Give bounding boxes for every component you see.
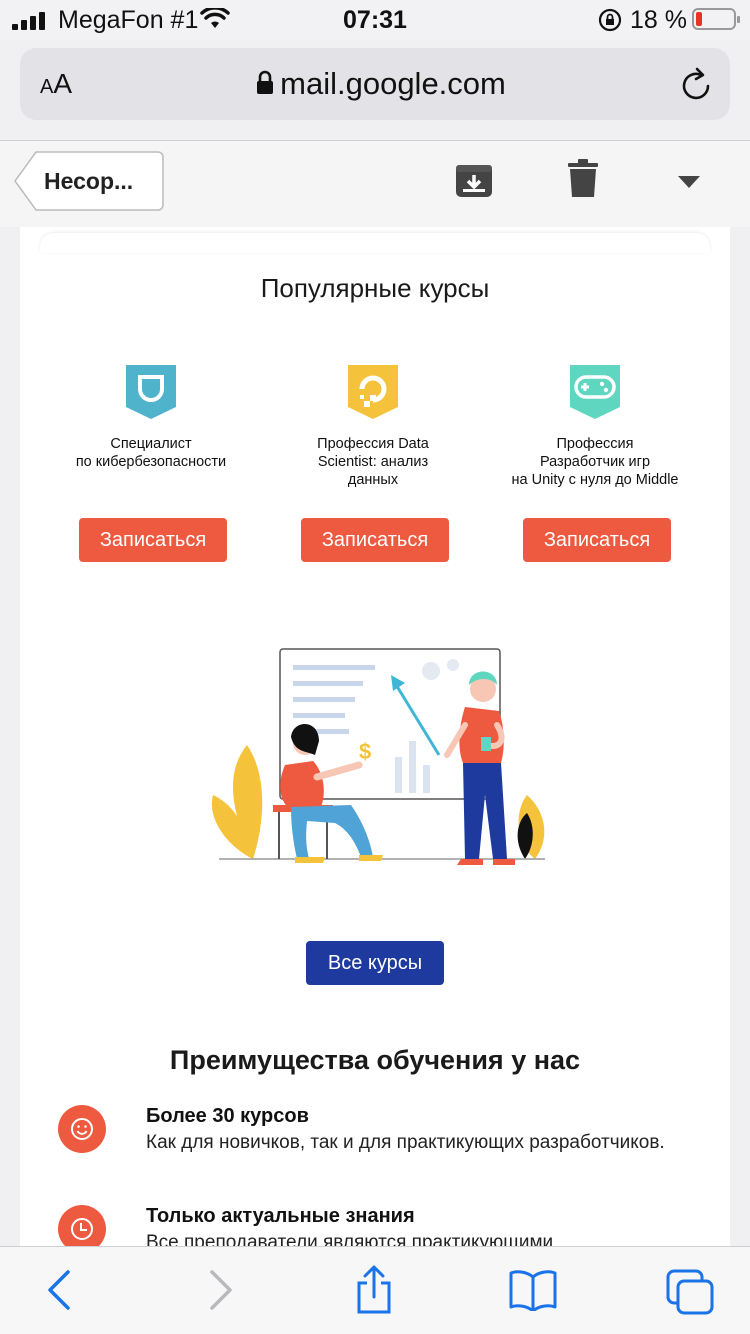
smile-icon — [58, 1105, 106, 1153]
course-card: Профессия Data Scientist: анализ данных — [262, 361, 484, 489]
enroll-button[interactable]: Записаться — [79, 518, 227, 562]
chevron-down-icon[interactable] — [678, 176, 700, 188]
course-name-line: данных — [347, 472, 399, 488]
advantage-title: Более 30 курсов — [146, 1105, 309, 1127]
course-card: Профессия Разработчик игр на Unity с нуля … — [484, 361, 706, 489]
dollar-sign: $ — [359, 739, 371, 764]
gamepad-icon — [570, 365, 620, 419]
tabs-icon[interactable] — [666, 1269, 714, 1315]
back-to-folder-button[interactable]: Несор... — [14, 151, 164, 211]
all-courses-button[interactable]: Все курсы — [306, 941, 444, 985]
back-icon[interactable] — [44, 1269, 74, 1311]
course-name-line: Профессия — [556, 436, 634, 452]
email-body: Популярные курсы Специалист по кибербезоп… — [20, 227, 730, 1247]
mail-toolbar: Несор... — [0, 141, 750, 227]
enroll-button[interactable]: Записаться — [301, 518, 449, 562]
course-name-line: на Unity с нуля до Middle — [511, 472, 679, 488]
advantage-text: Как для новичков, так и для практикующих… — [146, 1132, 665, 1153]
archive-icon[interactable] — [455, 161, 493, 199]
data-icon — [348, 365, 398, 419]
back-button-label: Несор... — [44, 168, 134, 194]
illustration: $ — [211, 648, 545, 865]
orientation-lock-icon — [598, 8, 622, 32]
advantage-title: Только актуальные знания — [146, 1205, 415, 1227]
course-name-line: Scientist: анализ — [317, 454, 429, 470]
battery-percent: 18 % — [630, 6, 687, 34]
course-name-line: Специалист — [110, 436, 192, 452]
share-icon[interactable] — [354, 1265, 394, 1315]
reload-icon[interactable] — [680, 66, 714, 102]
course-name-line: Разработчик игр — [539, 454, 651, 470]
course-name-line: Профессия Data — [317, 436, 429, 452]
shield-icon — [126, 365, 176, 419]
forward-icon[interactable] — [206, 1269, 236, 1311]
advantages-title: Преимущества обучения у нас — [169, 1045, 581, 1075]
address-bar[interactable]: AA mail.google.com — [20, 48, 730, 120]
browser-bottom-bar — [0, 1246, 750, 1334]
enroll-button[interactable]: Записаться — [523, 518, 671, 562]
card-edge — [40, 233, 710, 253]
url-text[interactable]: mail.google.com — [20, 66, 730, 102]
advantage-text: Все преподаватели являются практикующими — [146, 1232, 554, 1247]
battery-icon — [692, 8, 740, 30]
popular-courses-title: Популярные курсы — [260, 273, 490, 303]
bookmarks-icon[interactable] — [508, 1269, 558, 1311]
clock-icon — [58, 1205, 106, 1247]
course-card: Специалист по кибербезопасности — [40, 361, 262, 471]
course-name-line: по кибербезопасности — [75, 454, 227, 470]
trash-icon[interactable] — [568, 159, 598, 199]
status-bar: MegaFon #1 07:31 18 % — [0, 0, 750, 40]
